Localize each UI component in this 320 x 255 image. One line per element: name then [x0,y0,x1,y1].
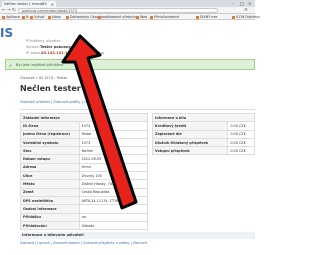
table-row: Ulice Zhunky 100 [20,171,149,181]
billing-info-table: Informace o bilu Kreditový kredit 0.00 CZ… [151,112,255,156]
page-header: IS Přihlášený uživatel: Správa: Tester p… [0,20,255,55]
section-header: Informace o bitevním uživateli [20,232,255,239]
bookmark-item[interactable]: Vytvoř [30,15,45,19]
address-bar[interactable]: poeticos.cz/member/detail/1573 [18,8,218,13]
table-row: Země Česká Republika [20,187,149,197]
admin-label: Správa: [26,45,40,49]
table-row: ID člena 1573 [20,121,149,131]
table-row: Datum vstupu 2012-09-09 [20,154,149,164]
page-title: Nečlen tester [20,84,81,93]
divider [20,109,255,110]
alert-text: Byl jste úspěšně přihlášen. [16,63,65,67]
table-row: Adresa Hrmn [20,162,149,173]
table-row: Kreditový kredit 0.00 CZK [151,121,255,131]
browser-tab-bar: Nečlen tester | hrana65 × – □ × [0,0,255,7]
address-toolbar: ← → ↻ poeticos.cz/member/detail/1573 ≡ [0,7,255,14]
success-alert: ✔ Byl jste úspěšně přihlášen. [5,59,255,70]
bookmark-item[interactable]: podkladové učebnice [98,15,137,19]
menu-icon[interactable]: ≡ [244,8,248,13]
table-row: Přihlášku ne [20,212,149,222]
admin-value: Tester pokusný (tester) [40,45,88,49]
table-row: Osobní informace [20,204,149,214]
bookmark-item[interactable]: DIVNÝ nee [196,15,217,19]
tab-title: Nečlen tester | hrana65 [4,2,47,6]
reload-icon[interactable]: ↻ [12,8,16,13]
table-row: DPS nezletilého ARTK-14-11174, CTYBE-ISA-… [20,195,149,206]
bookmark-item[interactable]: Web [136,15,147,19]
ip-value: 10.142.131.1 [41,51,68,55]
table-header: Informace o bilu [152,112,255,123]
table-row: Vstupní příspěvek 0.00 CZK [151,146,255,156]
bookmark-item[interactable]: Inbox [48,15,61,19]
section-links[interactable]: Zobrazit | Upravit | Zobrazit ostatní | … [20,241,147,245]
table-row: Dlužník Ohlašaný příspěvek 0.00 CZK [151,137,255,148]
bookmark-item[interactable]: ICON Distribuc [232,15,260,19]
breadcrumb: Členové » ID 1573 - Tester [20,76,68,80]
table-row: Město Zlatnik Hlasky, 74221 [20,179,149,189]
table-header: Základní informace [20,112,148,123]
table-row: Přihlašování Odkáže [20,220,149,231]
table-row: Variabilní symbolu 1573 [20,137,149,148]
bookmark-item[interactable]: Aplikace [2,15,20,19]
table-row: Zaplacené dle 0.00 CZK [151,129,255,139]
table-row: Jméno člena (registrace) Tester [20,129,149,139]
close-tab-icon[interactable]: × [51,2,54,7]
basic-info-table: Základní informace ID člena 1573 Jméno čl… [20,112,149,231]
forward-icon[interactable]: → [7,8,11,13]
logout-link[interactable]: Rozměl, tato změna [68,51,104,55]
logged-user-label: Přihlášený uživatel: [26,39,62,43]
bookmark-item[interactable]: Přihlašovatelné [150,15,179,19]
maximize-icon[interactable]: □ [240,1,244,6]
bookmark-item[interactable]: N [22,15,28,19]
site-logo: IS [0,26,14,40]
close-window-icon[interactable]: × [248,1,251,6]
bookmark-item[interactable]: Dokladovky Google [66,15,102,19]
back-icon[interactable]: ← [2,8,6,13]
action-links[interactable]: Zobrazit přehled | Zobrazit profily | Up… [20,100,97,104]
table-row: Stav Nečlen [20,146,149,156]
minimize-icon[interactable]: – [232,1,234,6]
check-icon: ✔ [9,62,13,68]
